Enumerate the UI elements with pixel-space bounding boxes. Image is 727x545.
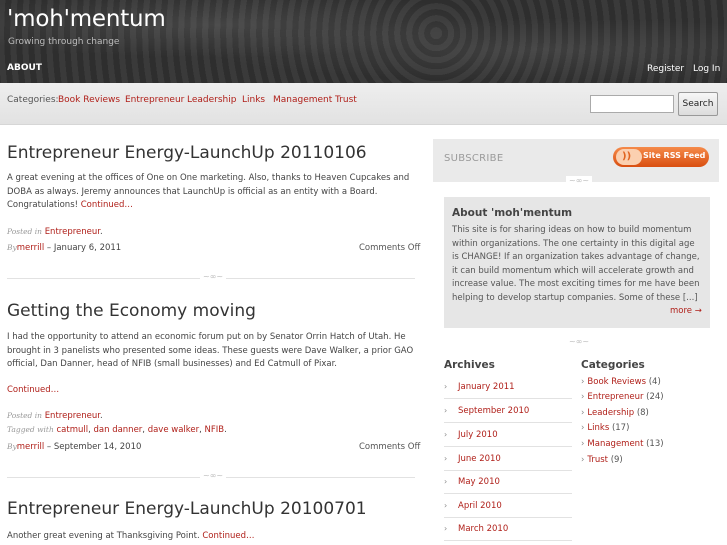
- archive-link[interactable]: July 2010: [458, 430, 498, 440]
- archive-item[interactable]: › July 2010: [444, 424, 572, 447]
- post-excerpt: I had the opportunity to attend an econo…: [7, 332, 414, 369]
- tag-link[interactable]: dan danner: [94, 425, 143, 435]
- divider-ornament-icon: ~∞~: [566, 337, 593, 346]
- post-category-line: Posted in Entrepreneur.: [7, 411, 103, 421]
- comments-status: Comments Off: [359, 243, 421, 253]
- post-title[interactable]: Entrepreneur Energy-LaunchUp 20100701: [7, 499, 367, 519]
- categories-label: Categories:: [7, 95, 59, 105]
- bullet-icon: ›: [444, 524, 448, 533]
- comments-status: Comments Off: [359, 442, 421, 452]
- search-input[interactable]: [590, 95, 674, 113]
- nav-login-link[interactable]: Log In: [693, 64, 720, 74]
- post-title[interactable]: Entrepreneur Energy-LaunchUp 20110106: [7, 143, 367, 163]
- continued-link[interactable]: Continued…: [202, 531, 254, 541]
- category-list-item: › Book Reviews (4): [581, 377, 661, 387]
- divider-ornament-icon: ~∞~: [200, 471, 227, 480]
- bullet-icon: ›: [581, 377, 585, 387]
- site-title[interactable]: 'moh'mentum: [7, 6, 166, 32]
- category-link-entrepreneur[interactable]: Entrepreneur: [125, 95, 184, 105]
- category-list-item: › Trust (9): [581, 455, 623, 465]
- tag-link[interactable]: dave walker: [148, 425, 199, 435]
- bullet-icon: ›: [444, 501, 448, 510]
- archive-link[interactable]: January 2011: [458, 382, 515, 392]
- about-more-link[interactable]: more →: [670, 306, 702, 316]
- bullet-icon: ›: [581, 392, 585, 402]
- category-link[interactable]: Trust: [587, 455, 608, 465]
- category-link-management[interactable]: Management: [273, 95, 332, 105]
- archive-link[interactable]: March 2010: [458, 524, 508, 534]
- category-link[interactable]: Book Reviews: [587, 377, 646, 387]
- tag-link[interactable]: NFIB: [205, 425, 225, 435]
- bullet-icon: ›: [581, 408, 585, 418]
- archive-item[interactable]: › June 2010: [444, 448, 572, 471]
- divider-ornament-icon: ~∞~: [566, 176, 593, 185]
- category-link[interactable]: Management: [587, 439, 643, 449]
- archive-link[interactable]: September 2010: [458, 406, 529, 416]
- post-tags-line: Tagged with catmull, dan danner, dave wa…: [7, 425, 227, 435]
- archive-link[interactable]: June 2010: [458, 454, 501, 464]
- category-bar: Categories: Book Reviews Entrepreneur Le…: [0, 83, 727, 125]
- post-title[interactable]: Getting the Economy moving: [7, 301, 256, 321]
- site-header: 'moh'mentum Growing through change ABOUT…: [0, 0, 727, 83]
- post-category-line: Posted in Entrepreneur.: [7, 227, 103, 237]
- category-link[interactable]: Entrepreneur: [587, 392, 643, 402]
- categories-heading: Categories: [581, 359, 645, 371]
- rss-icon: )): [616, 149, 642, 165]
- continued-link[interactable]: Continued…: [7, 385, 59, 395]
- author-link[interactable]: merrill: [17, 442, 44, 452]
- site-tagline: Growing through change: [8, 37, 120, 47]
- search-button[interactable]: Search: [678, 92, 718, 116]
- post-excerpt: A great evening at the offices of One on…: [7, 173, 410, 210]
- category-link-book-reviews[interactable]: Book Reviews: [58, 95, 120, 105]
- archive-link[interactable]: May 2010: [458, 477, 500, 487]
- category-list-item: › Leadership (8): [581, 408, 649, 418]
- category-list-item: › Management (13): [581, 439, 664, 449]
- rss-feed-button[interactable]: )) Site RSS Feed: [613, 147, 709, 167]
- archive-item[interactable]: › April 2010: [444, 495, 572, 518]
- about-title: About 'moh'mentum: [452, 207, 573, 219]
- archive-item[interactable]: › September 2010: [444, 400, 572, 423]
- nav-register-link[interactable]: Register: [647, 64, 684, 74]
- subscribe-label: SUBSCRIBE: [444, 153, 504, 164]
- bullet-icon: ›: [444, 382, 448, 391]
- divider-ornament-icon: ~∞~: [200, 272, 227, 281]
- bullet-icon: ›: [581, 455, 585, 465]
- bullet-icon: ›: [444, 477, 448, 486]
- tag-link[interactable]: catmull: [56, 425, 88, 435]
- bullet-icon: ›: [444, 430, 448, 439]
- archive-item[interactable]: › January 2011: [444, 376, 572, 399]
- bullet-icon: ›: [444, 406, 448, 415]
- continued-link[interactable]: Continued…: [81, 200, 133, 210]
- about-text: This site is for sharing ideas on how to…: [452, 225, 700, 303]
- post-category-link[interactable]: Entrepreneur: [45, 227, 100, 237]
- archive-link[interactable]: April 2010: [458, 501, 502, 511]
- category-link[interactable]: Leadership: [587, 408, 634, 418]
- category-link[interactable]: Links: [587, 423, 609, 433]
- archives-heading: Archives: [444, 359, 495, 371]
- bullet-icon: ›: [581, 439, 585, 449]
- author-link[interactable]: merrill: [17, 243, 44, 253]
- category-link-trust[interactable]: Trust: [335, 95, 357, 105]
- post-byline: Bymerrill – January 6, 2011: [7, 243, 122, 253]
- category-list-item: › Entrepreneur (24): [581, 392, 664, 402]
- category-list-item: › Links (17): [581, 423, 630, 433]
- post-category-link[interactable]: Entrepreneur: [45, 411, 100, 421]
- post-excerpt: Another great evening at Thanksgiving Po…: [7, 531, 255, 541]
- category-link-leadership[interactable]: Leadership: [187, 95, 236, 105]
- archive-item[interactable]: › May 2010: [444, 471, 572, 494]
- bullet-icon: ›: [581, 423, 585, 433]
- bullet-icon: ›: [444, 454, 448, 463]
- archive-item[interactable]: › March 2010: [444, 518, 572, 541]
- nav-about-link[interactable]: ABOUT: [7, 63, 42, 73]
- rss-feed-label: Site RSS Feed: [643, 151, 706, 160]
- post-byline: Bymerrill – September 14, 2010: [7, 442, 142, 452]
- category-link-links[interactable]: Links: [242, 95, 265, 105]
